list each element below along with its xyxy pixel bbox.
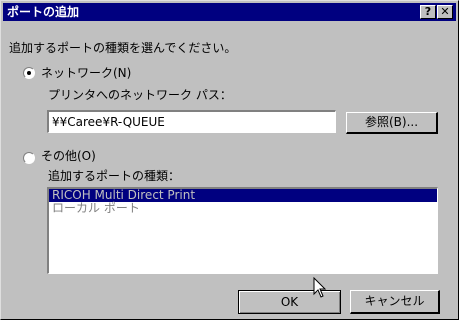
mouse-pointer-icon bbox=[313, 277, 327, 298]
help-button[interactable]: ? bbox=[420, 5, 436, 19]
browse-button[interactable]: 参照(B)... bbox=[346, 112, 438, 134]
list-item[interactable]: ローカル ポート bbox=[49, 202, 437, 215]
title-bar[interactable]: ポートの追加 ? ✕ bbox=[3, 3, 456, 21]
cancel-button[interactable]: キャンセル bbox=[350, 290, 440, 314]
network-radio-label[interactable]: ネットワーク(N) bbox=[41, 66, 131, 80]
network-path-label: プリンタへのネットワーク パス： bbox=[48, 88, 232, 102]
other-radio[interactable] bbox=[23, 152, 35, 164]
port-type-list[interactable]: RICOH Multi Direct Print ローカル ポート bbox=[47, 187, 438, 274]
network-radio[interactable] bbox=[23, 67, 35, 79]
instruction-text: 追加するポートの種類を選んでください。 bbox=[9, 41, 237, 55]
other-radio-label[interactable]: その他(O) bbox=[41, 149, 96, 163]
close-button[interactable]: ✕ bbox=[437, 5, 453, 19]
window-title: ポートの追加 bbox=[7, 5, 80, 19]
radio-selected-dot bbox=[27, 71, 31, 75]
add-port-dialog: ポートの追加 ? ✕ 追加するポートの種類を選んでください。 ネットワーク(N)… bbox=[0, 0, 459, 320]
network-path-input[interactable] bbox=[47, 110, 336, 133]
port-type-label: 追加するポートの種類： bbox=[48, 169, 181, 183]
